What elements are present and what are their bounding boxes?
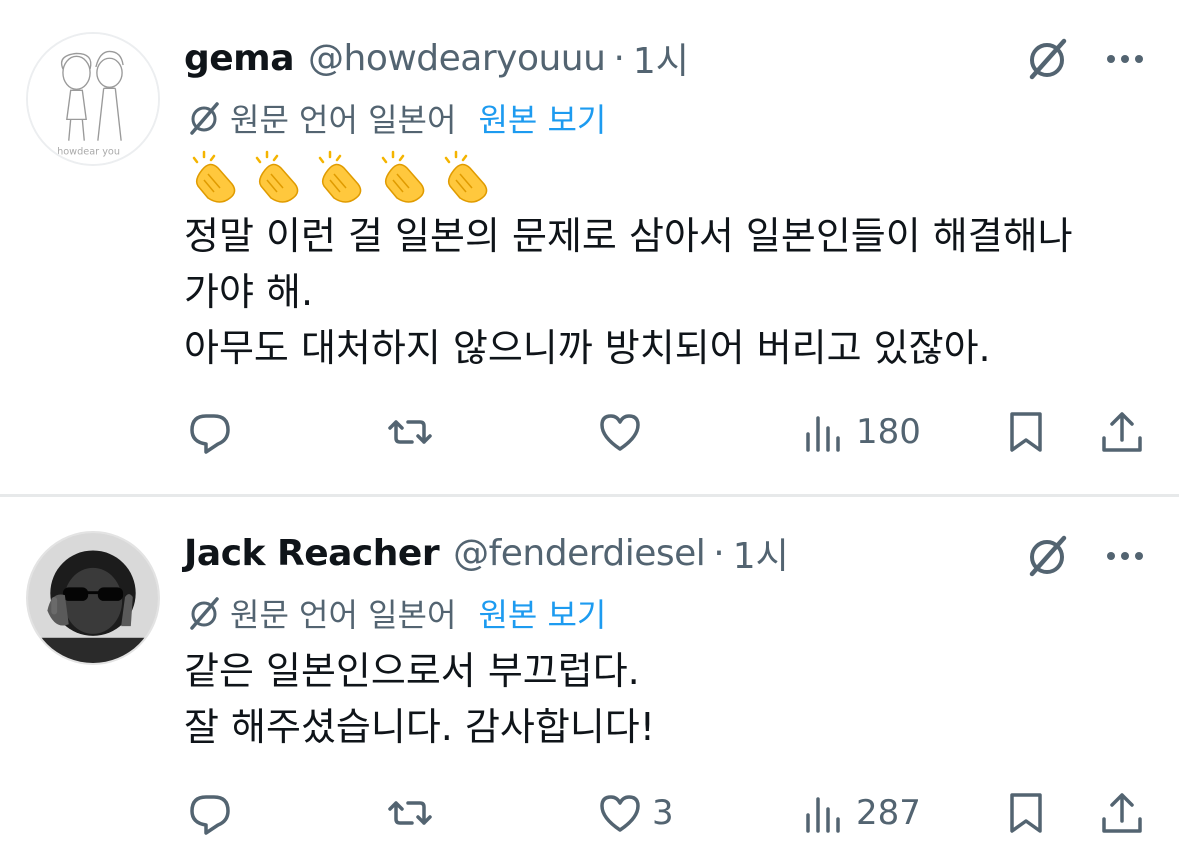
tweet-text-line: 정말 이런 걸 일본의 문제로 삼아서 일본인들이 해결해나 — [184, 214, 1073, 258]
tweet[interactable]: howdear you gema @howdearyouuu · 1시 원문 언… — [0, 0, 1179, 494]
share-icon — [1102, 412, 1142, 452]
share-button[interactable] — [1098, 402, 1146, 462]
views-button[interactable]: 180 — [800, 402, 921, 462]
retweet-icon — [388, 801, 432, 825]
tweet-text-line: 같은 일본인으로서 부끄럽다. — [184, 649, 640, 693]
clapping-hands-icon — [318, 150, 362, 203]
avatar[interactable] — [26, 531, 160, 665]
action-bar: 180 — [0, 402, 1179, 462]
views-count: 180 — [856, 412, 921, 452]
bookmark-button[interactable] — [1002, 402, 1050, 462]
translate-icon — [190, 597, 219, 630]
translate-icon — [190, 102, 219, 135]
tweet-text: 같은 일본인으로서 부끄럽다. 잘 해주셨습니다. 감사합니다! — [184, 643, 655, 755]
clapping-hands-icon — [444, 150, 488, 203]
tweet-text-line: 아무도 대처하지 않으니까 방치되어 버리고 있잖아. — [184, 326, 991, 370]
grok-icon[interactable] — [1020, 529, 1074, 583]
user-handle[interactable]: @howdearyouuu — [308, 38, 606, 79]
timestamp[interactable]: 1시 — [633, 32, 689, 84]
retweet-button[interactable] — [386, 402, 442, 462]
tweet-text-line: 가야 해. — [184, 270, 314, 314]
views-icon — [806, 416, 840, 452]
clapping-hands-icon — [255, 150, 299, 203]
avatar-drawing: howdear you — [28, 34, 158, 164]
action-bar: 3 287 — [0, 783, 1179, 843]
views-count: 287 — [856, 793, 921, 833]
like-button[interactable] — [596, 402, 652, 462]
views-icon — [806, 797, 840, 833]
translation-language-note: 원문 언어 일본어 — [230, 596, 457, 634]
reply-button[interactable] — [186, 402, 242, 462]
bookmark-icon — [1010, 793, 1042, 833]
clapping-hands-icon — [192, 150, 236, 203]
reply-icon — [190, 795, 230, 835]
tweet-header: Jack Reacher @fenderdiesel · 1시 — [184, 525, 789, 581]
retweet-icon — [388, 420, 432, 444]
share-button[interactable] — [1098, 783, 1146, 843]
tweet-header: gema @howdearyouuu · 1시 — [184, 30, 689, 86]
separator-dot: · — [713, 532, 725, 574]
timestamp[interactable]: 1시 — [733, 527, 789, 579]
translation-language-note: 원문 언어 일본어 — [230, 101, 457, 139]
like-button[interactable]: 3 — [596, 783, 674, 843]
views-button[interactable]: 287 — [800, 783, 921, 843]
tweet[interactable]: Jack Reacher @fenderdiesel · 1시 원문 언어 일본… — [0, 497, 1179, 867]
bookmark-button[interactable] — [1002, 783, 1050, 843]
more-icon[interactable] — [1098, 529, 1152, 583]
display-name[interactable]: Jack Reacher — [184, 533, 440, 574]
show-original-link[interactable]: 원본 보기 — [478, 95, 606, 141]
share-icon — [1102, 793, 1142, 833]
like-count: 3 — [652, 793, 674, 833]
translation-notice: 원문 언어 일본어 원본 보기 — [184, 94, 606, 142]
show-original-link[interactable]: 원본 보기 — [478, 590, 606, 636]
reply-icon — [190, 414, 230, 454]
separator-dot: · — [613, 37, 625, 79]
emoji-row — [186, 148, 501, 204]
retweet-button[interactable] — [386, 783, 442, 843]
avatar-photo — [28, 533, 158, 663]
clapping-hands-icon — [381, 150, 425, 203]
tweet-text-line: 잘 해주셨습니다. 감사합니다! — [184, 705, 655, 749]
more-icon[interactable] — [1098, 32, 1152, 86]
tweet-text: 정말 이런 걸 일본의 문제로 삼아서 일본인들이 해결해나 가야 해. 아무도… — [184, 208, 1073, 376]
translation-notice: 원문 언어 일본어 원본 보기 — [184, 589, 606, 637]
svg-text:howdear you: howdear you — [57, 146, 120, 157]
reply-button[interactable] — [186, 783, 242, 843]
heart-icon — [600, 414, 640, 451]
heart-icon — [600, 795, 640, 832]
bookmark-icon — [1010, 412, 1042, 452]
display-name[interactable]: gema — [184, 38, 295, 79]
grok-icon[interactable] — [1020, 32, 1074, 86]
avatar[interactable]: howdear you — [26, 32, 160, 166]
user-handle[interactable]: @fenderdiesel — [453, 533, 706, 574]
